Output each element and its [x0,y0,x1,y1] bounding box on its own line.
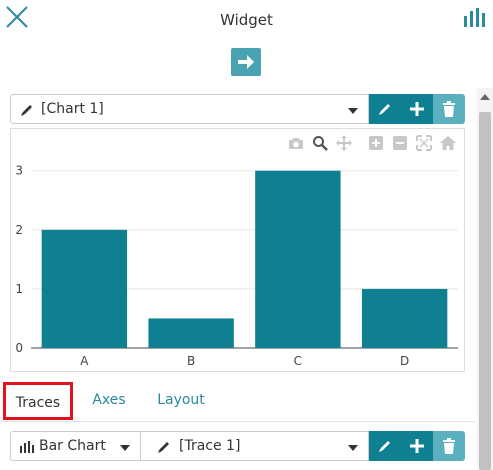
tab-layout[interactable]: Layout [152,382,210,420]
next-button[interactable] [231,48,261,76]
divider [0,421,475,422]
edit-trace-button[interactable] [369,431,401,461]
chevron-down-icon [348,108,358,114]
delete-chart-button[interactable] [433,94,465,124]
trace-select-value: [Trace 1] [179,438,241,454]
bar-D[interactable] [361,288,448,348]
trace-type-value: Bar Chart [39,438,106,454]
zoom-icon[interactable] [310,133,330,153]
y-tick-label: 0 [15,341,23,355]
chevron-down-icon [348,445,358,451]
x-tick-label: A [80,354,89,368]
chart-select[interactable]: [Chart 1] [10,94,369,124]
bar-C[interactable] [255,170,341,348]
chart-select-value: [Chart 1] [41,101,104,117]
zoom-out-icon[interactable] [390,133,410,153]
add-chart-button[interactable] [401,94,433,124]
chevron-down-icon [120,445,130,451]
chart-frame: 0 1 2 3 A B C D [10,128,465,372]
y-tick-label: 3 [15,164,23,178]
plus-icon [410,439,424,453]
edit-chart-button[interactable] [369,94,401,124]
header: Widget [0,0,493,44]
chart-menu-button[interactable] [463,7,487,27]
tab-axes[interactable]: Axes [84,382,134,420]
arrow-right-icon [238,55,254,69]
scrollbar-thumb[interactable] [479,112,491,470]
bar-chart-icon [464,8,485,27]
chart-selector-row: [Chart 1] [10,94,465,124]
editor-panel: [Chart 1] 0 1 2 3 A B C D Traces Axes La… [0,88,475,470]
plus-icon [410,102,424,116]
trace-select[interactable]: [Trace 1] [140,431,369,461]
autoscale-icon[interactable] [414,133,434,153]
trash-icon [443,101,455,117]
pencil-icon [379,441,390,452]
editor-tabs: Traces Axes Layout [0,378,475,422]
trash-icon [443,438,455,454]
pencil-icon [158,442,169,453]
camera-icon[interactable] [286,133,306,153]
chart-modebar [286,133,458,153]
pencil-icon [379,104,390,115]
bar-B[interactable] [148,318,234,348]
pencil-icon [21,105,32,116]
y-tick-label: 1 [15,282,23,296]
delete-trace-button[interactable] [433,431,465,461]
add-trace-button[interactable] [401,431,433,461]
pan-icon[interactable] [334,133,354,153]
home-icon[interactable] [438,133,458,153]
x-tick-label: D [400,354,409,368]
page-title: Widget [220,11,273,29]
bar-chart: 0 1 2 3 A B C D [15,164,458,368]
x-tick-label: C [294,354,302,368]
zoom-in-icon[interactable] [366,133,386,153]
scroll-up-arrow[interactable] [480,94,490,100]
tab-traces[interactable]: Traces [3,382,73,420]
x-tick-label: B [187,354,195,368]
bar-A[interactable] [41,229,128,348]
bar-chart-icon [20,441,34,453]
trace-type-select[interactable]: Bar Chart [10,431,141,461]
y-tick-label: 2 [15,223,23,237]
trace-selector-row: Bar Chart [Trace 1] [10,431,465,461]
